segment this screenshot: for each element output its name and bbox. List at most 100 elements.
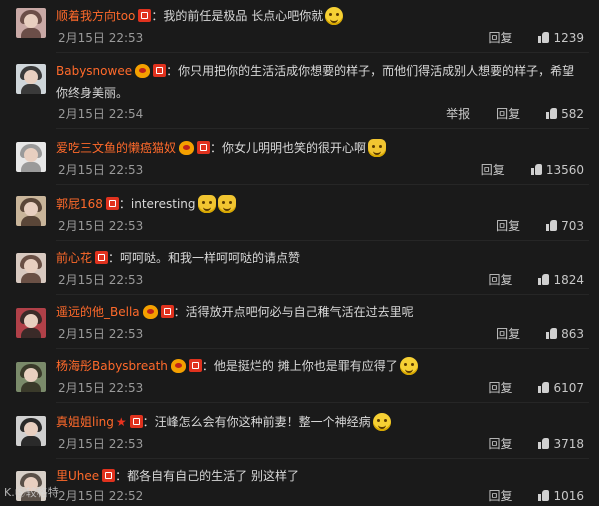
username-link[interactable]: Babysnowee [56, 64, 132, 78]
like-count: 703 [561, 219, 584, 233]
member-badge-icon[interactable] [138, 9, 152, 22]
reply-link[interactable]: 回复 [488, 381, 512, 395]
avatar[interactable] [16, 142, 46, 172]
like-count: 1824 [553, 273, 584, 287]
comment-text: ：呵呵哒。和我一样呵呵哒的请点赞 [108, 251, 301, 265]
member-badge-icon[interactable] [160, 305, 174, 318]
username-link[interactable]: 顺着我方向too [56, 9, 135, 23]
divider [56, 128, 589, 129]
comment-body: 杨海彤Babysbreath ：他是挺烂的 摊上你也是罪有应得了 [56, 356, 579, 376]
comment-meta: 2月15日 22:54 举报 回复 582 [56, 104, 599, 124]
avatar[interactable] [16, 64, 46, 94]
comment-body: 遥远的他_Bella ：活得放开点吧何必与自己稚气活在过去里呢 [56, 302, 579, 322]
comment-text: ：活得放开点吧何必与自己稚气活在过去里呢 [173, 305, 414, 319]
vip-badge-icon[interactable] [179, 141, 195, 155]
member-badge-icon[interactable] [105, 197, 119, 210]
comment-meta: 2月15日 22:53 回复 703 [56, 216, 599, 236]
comment-actions: 回复 1016 [462, 486, 584, 506]
reply-link[interactable]: 回复 [488, 31, 512, 45]
vip-badge-icon[interactable] [135, 64, 151, 78]
comment-actions: 回复 6107 [462, 378, 584, 398]
vip-badge-icon[interactable] [142, 305, 158, 319]
comment-actions: 回复 3718 [462, 434, 584, 454]
reply-link[interactable]: 回复 [496, 327, 520, 341]
like-count: 1239 [553, 31, 584, 45]
like-button[interactable]: 1824 [538, 273, 584, 287]
like-count: 1016 [553, 489, 584, 503]
comment-actions: 回复 863 [470, 324, 584, 344]
thumbs-up-icon [538, 438, 550, 449]
username-link[interactable]: 前心花 [56, 251, 92, 265]
member-badge-icon[interactable] [95, 251, 109, 264]
member-badge-icon[interactable] [188, 359, 202, 372]
comment-body: Babysnowee ：你只用把你的生活活成你想要的样子，而他们得活成别人想要的样… [56, 60, 579, 104]
like-button[interactable]: 13560 [530, 163, 584, 177]
reply-link[interactable]: 回复 [488, 489, 512, 503]
emoji-icon [368, 139, 387, 157]
like-button[interactable]: 703 [546, 219, 584, 233]
comment-text: ：汪峰怎么会有你这种前妻！整一个神经病 [142, 415, 371, 429]
avatar[interactable] [16, 362, 46, 392]
emoji-icon [197, 195, 216, 213]
reply-link[interactable]: 回复 [481, 163, 505, 177]
like-button[interactable]: 582 [546, 107, 584, 121]
comment-text: ：都各自有自己的生活了 别这样了 [115, 469, 299, 483]
reply-link[interactable]: 回复 [488, 273, 512, 287]
timestamp: 2月15日 22:53 [58, 219, 144, 233]
avatar[interactable] [16, 8, 46, 38]
like-button[interactable]: 1239 [538, 31, 584, 45]
timestamp: 2月15日 22:53 [58, 163, 144, 177]
emoji-icon [372, 413, 391, 431]
thumbs-up-icon [546, 220, 558, 231]
member-badge-icon[interactable] [129, 415, 143, 428]
thumbs-up-icon [546, 108, 558, 119]
like-button[interactable]: 3718 [538, 437, 584, 451]
comment-body: 爱吃三文鱼的懒癌猫奴 ：你女儿明明也笑的很开心啊 [56, 138, 579, 158]
report-link[interactable]: 举报 [446, 107, 470, 121]
comment-text: ：我的前任是极品 长点心吧你就 [151, 9, 324, 23]
reply-link[interactable]: 回复 [496, 107, 520, 121]
avatar[interactable] [16, 416, 46, 446]
like-count: 582 [561, 107, 584, 121]
timestamp: 2月15日 22:53 [58, 437, 144, 451]
avatar[interactable] [16, 308, 46, 338]
star-badge-icon[interactable]: ★ [116, 415, 127, 429]
comment-actions: 举报 回复 582 [420, 104, 584, 124]
reply-link[interactable]: 回复 [496, 219, 520, 233]
like-button[interactable]: 1016 [538, 489, 584, 503]
comment-actions: 回复 1824 [462, 270, 584, 290]
member-badge-icon[interactable] [153, 64, 167, 77]
timestamp: 2月15日 22:53 [58, 327, 144, 341]
avatar[interactable] [16, 196, 46, 226]
comment-text: ：interesting [118, 197, 196, 211]
comment-text: ：你只用把你的生活活成你想要的样子，而他们得活成别人想要的样子，希望你终身美丽。 [56, 64, 575, 100]
comment-text: ：他是挺烂的 摊上你也是罪有应得了 [201, 359, 398, 373]
thumbs-up-icon [530, 164, 542, 175]
avatar[interactable] [16, 253, 46, 283]
divider [56, 184, 589, 185]
comment-body: 真姐姐ling ★ ：汪峰怎么会有你这种前妻！整一个神经病 [56, 412, 579, 432]
comment-meta: 2月15日 22:53 回复 13560 [56, 160, 599, 180]
like-count: 3718 [553, 437, 584, 451]
like-button[interactable]: 6107 [538, 381, 584, 395]
username-link[interactable]: 真姐姐ling [56, 415, 114, 429]
reply-link[interactable]: 回复 [488, 437, 512, 451]
username-link[interactable]: 杨海彤Babysbreath [56, 359, 168, 373]
timestamp: 2月15日 22:53 [58, 31, 144, 45]
username-link[interactable]: 遥远的他_Bella [56, 305, 140, 319]
comment-body: 里Uhee ：都各自有自己的生活了 别这样了 [56, 466, 579, 486]
username-link[interactable]: 里Uhee [56, 469, 99, 483]
vip-badge-icon[interactable] [170, 359, 186, 373]
thumbs-up-icon [538, 32, 550, 43]
member-badge-icon[interactable] [102, 469, 116, 482]
watermark: K.Ⓢ较格特 [4, 486, 59, 499]
divider [56, 240, 589, 241]
emoji-icon [217, 195, 236, 213]
username-link[interactable]: 爱吃三文鱼的懒癌猫奴 [56, 141, 176, 155]
comment-body: 郭屁168 ：interesting [56, 194, 579, 214]
divider [56, 52, 589, 53]
like-button[interactable]: 863 [546, 327, 584, 341]
thumbs-up-icon [538, 382, 550, 393]
member-badge-icon[interactable] [197, 141, 211, 154]
username-link[interactable]: 郭屁168 [56, 197, 103, 211]
